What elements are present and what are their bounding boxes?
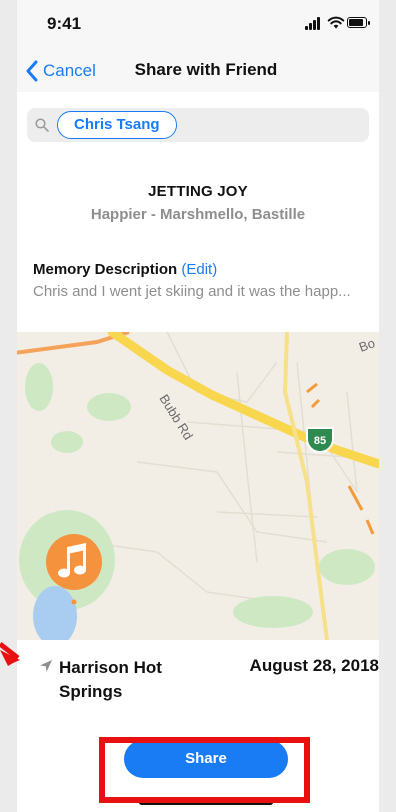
highway-shield-icon: 85	[306, 427, 334, 454]
phone-screen: 9:41 Cancel Share with Friend Chris Tsan…	[17, 0, 379, 812]
memory-date: August 28, 2018	[249, 656, 379, 675]
share-button[interactable]: Share	[124, 740, 288, 778]
edit-memory-link[interactable]: (Edit)	[181, 261, 217, 278]
song-title: JETTING JOY	[148, 183, 248, 200]
navigation-bar: Cancel Share with Friend	[17, 50, 379, 92]
status-bar: 9:41	[17, 0, 379, 50]
wifi-icon	[327, 16, 345, 29]
recipient-chip[interactable]: Chris Tsang	[57, 111, 177, 139]
memory-description-heading: Memory Description (Edit)	[33, 261, 217, 278]
battery-icon	[347, 17, 370, 28]
page-title: Share with Friend	[134, 60, 278, 79]
memory-description-text: Chris and I went jet skiing and it was t…	[33, 283, 351, 300]
map-graphic: 85 Bubb Rd Bo	[17, 332, 379, 640]
annotation-arrow-icon	[0, 642, 20, 666]
recipient-search-bar[interactable]: Chris Tsang	[27, 108, 369, 142]
status-icons	[305, 16, 370, 32]
location-arrow-icon	[40, 660, 52, 672]
memory-location-row: Harrison Hot Springs August 28, 2018	[17, 652, 379, 712]
location-name: Harrison Hot Springs	[59, 658, 162, 701]
cellular-signal-icon	[305, 16, 323, 30]
highway-number: 85	[314, 435, 326, 447]
song-artist: Happier - Marshmello, Bastille	[90, 206, 306, 223]
search-icon	[35, 118, 49, 132]
memory-description-label: Memory Description	[33, 261, 178, 278]
status-time: 9:41	[47, 14, 82, 33]
location-map[interactable]: 85 Bubb Rd Bo	[17, 332, 379, 640]
home-indicator	[139, 800, 273, 805]
